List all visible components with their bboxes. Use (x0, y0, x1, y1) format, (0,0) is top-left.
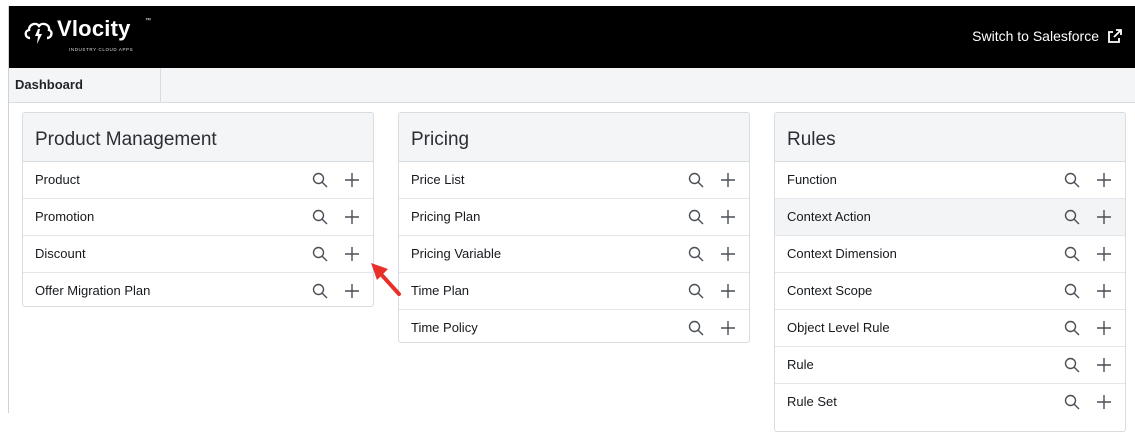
list-item-pricing-plan[interactable]: Pricing Plan (399, 199, 749, 236)
list-item-label: Function (787, 172, 837, 187)
list-item-label: Rule (787, 357, 814, 372)
external-link-icon (1108, 29, 1122, 43)
switch-to-salesforce-link[interactable]: Switch to Salesforce (972, 28, 1123, 44)
plus-icon[interactable] (1095, 208, 1113, 226)
list-item-context-dimension[interactable]: Context Dimension (775, 236, 1125, 273)
card-title: Product Management (23, 113, 373, 162)
list-item-label: Discount (35, 246, 86, 261)
card-title: Rules (775, 113, 1125, 162)
search-icon[interactable] (311, 171, 329, 189)
list-item-label: Pricing Variable (411, 246, 502, 261)
rules-card: Rules Function Context Action Context Di… (774, 112, 1126, 432)
plus-icon[interactable] (719, 208, 737, 226)
card-title: Pricing (399, 113, 749, 162)
switch-to-salesforce-label: Switch to Salesforce (972, 28, 1099, 44)
list-item-label: Time Plan (411, 283, 470, 298)
search-icon[interactable] (1063, 319, 1081, 337)
list-item-label: Object Level Rule (787, 320, 890, 335)
plus-icon[interactable] (1095, 319, 1113, 337)
search-icon[interactable] (1063, 393, 1081, 411)
list-item-time-plan[interactable]: Time Plan (399, 273, 749, 310)
list-item-label: Offer Migration Plan (35, 283, 151, 298)
brand-tagline: INDUSTRY CLOUD APPS (69, 47, 134, 52)
search-icon[interactable] (311, 282, 329, 300)
plus-icon[interactable] (1095, 282, 1113, 300)
red-arrow-icon (371, 263, 401, 296)
search-icon[interactable] (687, 208, 705, 226)
search-icon[interactable] (311, 245, 329, 263)
plus-icon[interactable] (719, 282, 737, 300)
list-item-offer-migration-plan[interactable]: Offer Migration Plan (23, 273, 373, 306)
list-item-label: Pricing Plan (411, 209, 481, 224)
list-item-label: Price List (411, 172, 465, 187)
plus-icon[interactable] (1095, 171, 1113, 189)
list-item-rule-set[interactable]: Rule Set (775, 384, 1125, 420)
search-icon[interactable] (1063, 245, 1081, 263)
pricing-card: Pricing Price List Pricing Plan Pricing … (398, 112, 750, 343)
cloud-logo-icon (24, 22, 53, 44)
plus-icon[interactable] (1095, 356, 1113, 374)
plus-icon[interactable] (719, 171, 737, 189)
search-icon[interactable] (1063, 282, 1081, 300)
tab-dashboard[interactable]: Dashboard (9, 68, 161, 102)
search-icon[interactable] (1063, 171, 1081, 189)
list-item-rule[interactable]: Rule (775, 347, 1125, 384)
list-item-discount[interactable]: Discount (23, 236, 373, 273)
list-item-pricing-variable[interactable]: Pricing Variable (399, 236, 749, 273)
app-frame: Vlocity ™ INDUSTRY CLOUD APPS Switch to … (8, 6, 1135, 432)
list-item-promotion[interactable]: Promotion (23, 199, 373, 236)
search-icon[interactable] (1063, 208, 1081, 226)
plus-icon[interactable] (343, 208, 361, 226)
search-icon[interactable] (687, 319, 705, 337)
list-item-function[interactable]: Function (775, 162, 1125, 199)
product-management-card: Product Management Product Promotion Dis… (22, 112, 374, 307)
list-item-object-level-rule[interactable]: Object Level Rule (775, 310, 1125, 347)
list-item-label: Product (35, 172, 80, 187)
plus-icon[interactable] (343, 171, 361, 189)
list-item-time-policy[interactable]: Time Policy (399, 310, 749, 342)
plus-icon[interactable] (1095, 245, 1113, 263)
top-bar: Vlocity ™ INDUSTRY CLOUD APPS Switch to … (9, 6, 1135, 68)
plus-icon[interactable] (343, 282, 361, 300)
brand-name: Vlocity (57, 16, 131, 41)
plus-icon[interactable] (719, 245, 737, 263)
trademark-symbol: ™ (145, 18, 151, 24)
search-icon[interactable] (687, 282, 705, 300)
search-icon[interactable] (687, 171, 705, 189)
list-item-label: Time Policy (411, 320, 478, 335)
list-item-product[interactable]: Product (23, 162, 373, 199)
tab-bar: Dashboard (9, 68, 1135, 103)
list-item-label: Context Scope (787, 283, 873, 298)
search-icon[interactable] (1063, 356, 1081, 374)
list-item-context-scope[interactable]: Context Scope (775, 273, 1125, 310)
search-icon[interactable] (687, 245, 705, 263)
list-item-label: Context Dimension (787, 246, 897, 261)
list-item-label: Rule Set (787, 394, 837, 409)
search-icon[interactable] (311, 208, 329, 226)
list-item-label: Context Action (787, 209, 871, 224)
plus-icon[interactable] (343, 245, 361, 263)
list-item-price-list[interactable]: Price List (399, 162, 749, 199)
list-item-label: Promotion (35, 209, 95, 224)
plus-icon[interactable] (719, 319, 737, 337)
plus-icon[interactable] (1095, 393, 1113, 411)
list-item-context-action[interactable]: Context Action (775, 199, 1125, 236)
